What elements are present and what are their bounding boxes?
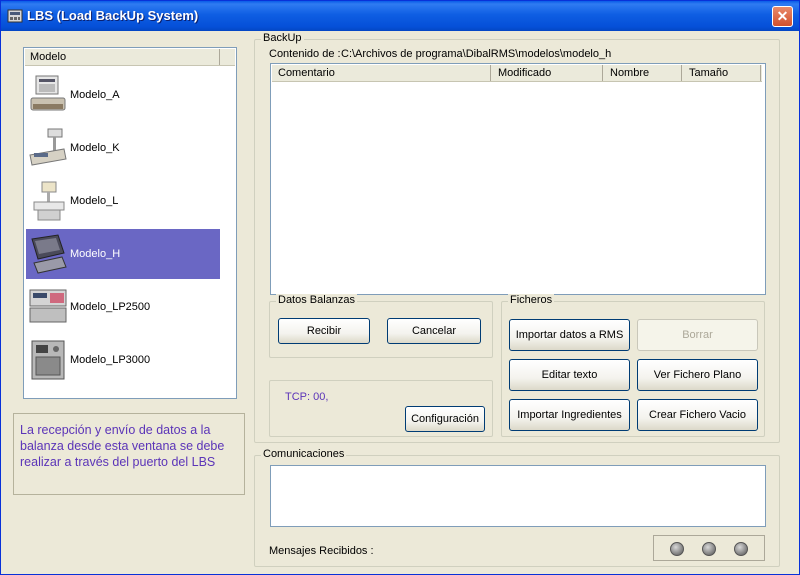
close-button[interactable]: ✕ <box>772 6 793 27</box>
column-separator <box>219 49 220 65</box>
cancelar-button[interactable]: Cancelar <box>387 318 481 344</box>
ficheros-title: Ficheros <box>508 294 555 306</box>
close-icon: ✕ <box>776 8 789 24</box>
scale-lp3000-icon <box>31 340 65 380</box>
editar-texto-button[interactable]: Editar texto <box>509 359 630 391</box>
recibir-button[interactable]: Recibir <box>278 318 370 344</box>
path-value: C:\Archivos de programa\DibalRMS\modelos… <box>341 48 612 60</box>
model-label: Modelo_L <box>70 195 119 207</box>
status-led-icon <box>670 542 684 556</box>
mensajes-recibidos-label: Mensajes Recibidos : <box>269 545 374 557</box>
model-label: Modelo_A <box>70 89 120 101</box>
scale-a-icon <box>30 75 66 111</box>
backup-group-title: BackUp <box>261 32 304 44</box>
column-header-tamano[interactable]: Tamaño <box>689 67 728 79</box>
column-header-nombre[interactable]: Nombre <box>610 67 649 79</box>
column-separator <box>760 65 761 81</box>
title-bar[interactable]: LBS (Load BackUp System) ✕ <box>1 1 799 31</box>
status-leds <box>653 535 765 561</box>
borrar-button[interactable]: Borrar <box>637 319 758 351</box>
client-area: Modelo Modelo_A Modelo_K Modelo_L Modelo… <box>5 31 797 572</box>
column-separator <box>681 65 682 81</box>
status-led-icon <box>702 542 716 556</box>
model-list-header[interactable]: Modelo <box>25 49 235 66</box>
tcp-status: TCP: 00, <box>285 391 329 403</box>
importar-ingredientes-button[interactable]: Importar Ingredientes <box>509 399 630 431</box>
scale-lp2500-icon <box>29 289 67 323</box>
status-led-icon <box>734 542 748 556</box>
app-icon <box>7 9 23 23</box>
main-window: LBS (Load BackUp System) ✕ Modelo Modelo… <box>0 0 800 575</box>
importar-datos-rms-button[interactable]: Importar datos a RMS <box>509 319 630 351</box>
model-label: Modelo_H <box>70 248 121 260</box>
scale-l-icon <box>33 181 65 221</box>
datos-balanzas-title: Datos Balanzas <box>276 294 358 306</box>
model-label: Modelo_LP3000 <box>70 354 151 366</box>
scale-k-icon <box>29 128 67 166</box>
model-label: Modelo_LP2500 <box>70 301 151 313</box>
model-item-lp2500[interactable]: Modelo_LP2500 <box>26 282 220 332</box>
model-item-k[interactable]: Modelo_K <box>26 123 220 173</box>
model-list[interactable]: Modelo Modelo_A Modelo_K Modelo_L Modelo… <box>23 47 237 399</box>
model-item-l[interactable]: Modelo_L <box>26 176 220 226</box>
model-item-a[interactable]: Modelo_A <box>26 70 220 120</box>
column-header-comentario[interactable]: Comentario <box>278 67 335 79</box>
comunicaciones-title: Comunicaciones <box>261 448 347 460</box>
model-column-header: Modelo <box>30 51 67 63</box>
column-separator <box>602 65 603 81</box>
configuracion-button[interactable]: Configuración <box>405 406 485 432</box>
model-item-lp3000[interactable]: Modelo_LP3000 <box>26 335 220 385</box>
window-title: LBS (Load BackUp System) <box>27 8 199 23</box>
model-label: Modelo_K <box>70 142 120 154</box>
column-separator <box>490 65 491 81</box>
file-table[interactable]: Comentario Modificado Nombre Tamaño <box>270 63 766 295</box>
column-header-modificado[interactable]: Modificado <box>498 67 551 79</box>
ver-fichero-plano-button[interactable]: Ver Fichero Plano <box>637 359 758 391</box>
path-label: Contenido de : <box>269 48 341 60</box>
model-item-h[interactable]: Modelo_H <box>26 229 220 279</box>
file-table-header: Comentario Modificado Nombre Tamaño <box>272 65 762 82</box>
scale-h-icon <box>31 234 67 274</box>
crear-fichero-vacio-button[interactable]: Crear Fichero Vacio <box>637 399 758 431</box>
comunicaciones-textbox[interactable] <box>270 465 766 527</box>
info-message: La recepción y envío de datos a la balan… <box>13 413 245 495</box>
